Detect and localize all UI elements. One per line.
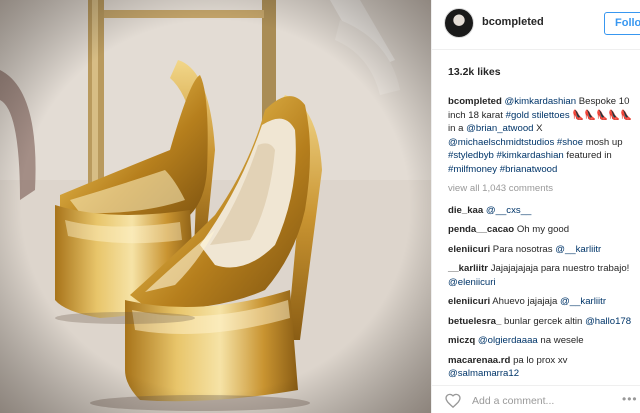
comment-text: pa lo prox xv	[513, 354, 568, 366]
comments-list: die_kaa @__cxs__ penda__cacao Oh my good e…	[448, 204, 636, 381]
view-all-comments-link[interactable]: view all 1,043 comments	[448, 182, 636, 196]
comment-text: featured in	[563, 150, 612, 161]
mention-link[interactable]: @hallo178	[585, 316, 631, 327]
mention-link[interactable]: #milfmoney	[448, 164, 497, 175]
comment-username[interactable]: miczq	[448, 335, 475, 346]
comment-text: Ahuevo jajajaja	[492, 296, 561, 307]
post-sidebar: bcompleted Follow 13.2k likes bcompleted…	[431, 0, 640, 413]
comment-item: __karliitr Jajajajajaja para nuestro tra…	[448, 262, 636, 289]
comment-text: Para nosotras	[492, 243, 556, 255]
comment-username[interactable]: eleniicuri	[448, 296, 490, 307]
comment-text: X	[533, 123, 543, 134]
mention-link[interactable]: #gold	[506, 110, 529, 121]
mention-link[interactable]: @__karliitr	[555, 244, 601, 255]
mention-link[interactable]: #shoe	[557, 137, 583, 148]
comment-item: betuelesra_ bunlar gercek altin @hallo17…	[448, 315, 636, 329]
post-username[interactable]: bcompleted	[482, 16, 544, 28]
comment-text: mosh up	[583, 136, 623, 148]
mention-link[interactable]: @__cxs__	[486, 205, 531, 216]
add-comment-input[interactable]: Add a comment...	[472, 395, 554, 407]
comment-username[interactable]: die_kaa	[448, 205, 483, 216]
comment-item: eleniicuri Ahuevo jajajaja @__karliitr	[448, 295, 636, 309]
comment-item: macarenaa.rd pa lo prox xv @salmamarra12	[448, 354, 636, 381]
mention-link[interactable]: #brianatwood	[500, 164, 558, 175]
avatar[interactable]	[444, 8, 474, 38]
mention-link[interactable]: @michaelschmidtstudios	[448, 137, 554, 148]
caption-username[interactable]: bcompleted	[448, 96, 502, 107]
comment-text: bunlar gercek altin	[504, 315, 586, 327]
post-header: bcompleted Follow	[432, 0, 640, 50]
comment-username[interactable]: betuelesra_	[448, 316, 501, 327]
mention-link[interactable]: @kimkardashian	[505, 96, 577, 107]
comment-username[interactable]: eleniicuri	[448, 244, 490, 255]
heart-icon[interactable]	[445, 393, 461, 408]
comment-username[interactable]: macarenaa.rd	[448, 355, 510, 366]
comment-item: die_kaa @__cxs__	[448, 204, 636, 218]
caption-text: @kimkardashian Bespoke 10 inch 18 karat …	[448, 96, 632, 175]
comment-text: Jajajajajaja para nuestro trabajo!	[490, 263, 630, 274]
post-caption: bcompleted @kimkardashian Bespoke 10 inc…	[448, 95, 636, 176]
mention-link[interactable]: @brian_atwood	[466, 123, 533, 134]
more-options-icon[interactable]: •••	[622, 392, 638, 406]
comment-text: Oh my good	[516, 224, 570, 235]
mention-link[interactable]: @eleniicuri	[448, 277, 496, 288]
mention-link[interactable]: stilettoes	[532, 110, 570, 121]
mention-link[interactable]: #kimkardashian	[497, 150, 564, 161]
mention-link[interactable]: @olgierdaaaa	[478, 335, 538, 346]
comment-item: penda__cacao Oh my good	[448, 223, 636, 237]
likes-count[interactable]: 13.2k likes	[448, 66, 501, 78]
mention-link[interactable]: @__karliitr	[560, 296, 606, 307]
follow-button[interactable]: Follow	[604, 12, 640, 35]
comments-feed: bcompleted @kimkardashian Bespoke 10 inc…	[448, 95, 636, 387]
post-footer: Add a comment... •••	[432, 385, 640, 413]
comment-username[interactable]: penda__cacao	[448, 224, 514, 235]
comment-item: miczq @olgierdaaaa na wesele	[448, 334, 636, 348]
comment-item: eleniicuri Para nosotras @__karliitr	[448, 243, 636, 257]
gold-shoes-image	[0, 0, 431, 413]
mention-link[interactable]: @salmamarra12	[448, 368, 519, 379]
comment-username[interactable]: __karliitr	[448, 263, 488, 274]
post-photo[interactable]	[0, 0, 431, 413]
comment-text: na wesele	[537, 335, 584, 346]
mention-link[interactable]: #styledbyb	[448, 150, 494, 161]
